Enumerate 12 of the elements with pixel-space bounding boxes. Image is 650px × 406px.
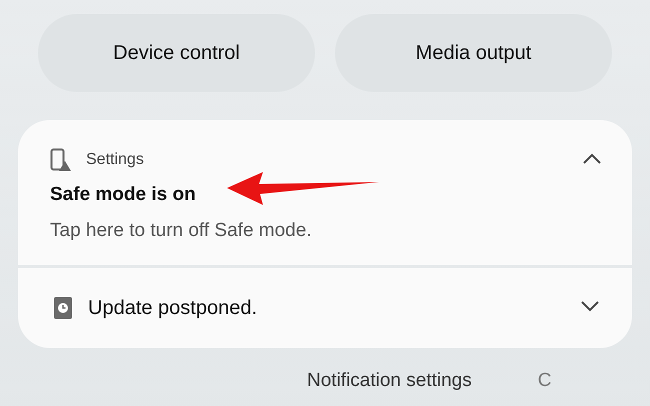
- notification-title: Safe mode is on: [50, 184, 196, 206]
- footer-link[interactable]: C: [538, 370, 552, 392]
- notification-title[interactable]: Update postponed.: [88, 296, 258, 320]
- quick-setting-button[interactable]: Device control: [38, 14, 315, 92]
- clock-icon: [54, 297, 72, 319]
- footer-link[interactable]: Notification settings: [307, 370, 472, 392]
- phone-warning-icon: [50, 148, 72, 172]
- expand-icon[interactable]: [580, 300, 600, 312]
- notification-text[interactable]: Tap here to turn off Safe mode.: [50, 220, 600, 242]
- collapse-icon[interactable]: [582, 153, 602, 165]
- quick-setting-button[interactable]: Media output: [335, 14, 612, 92]
- app-name: Settings: [86, 151, 144, 169]
